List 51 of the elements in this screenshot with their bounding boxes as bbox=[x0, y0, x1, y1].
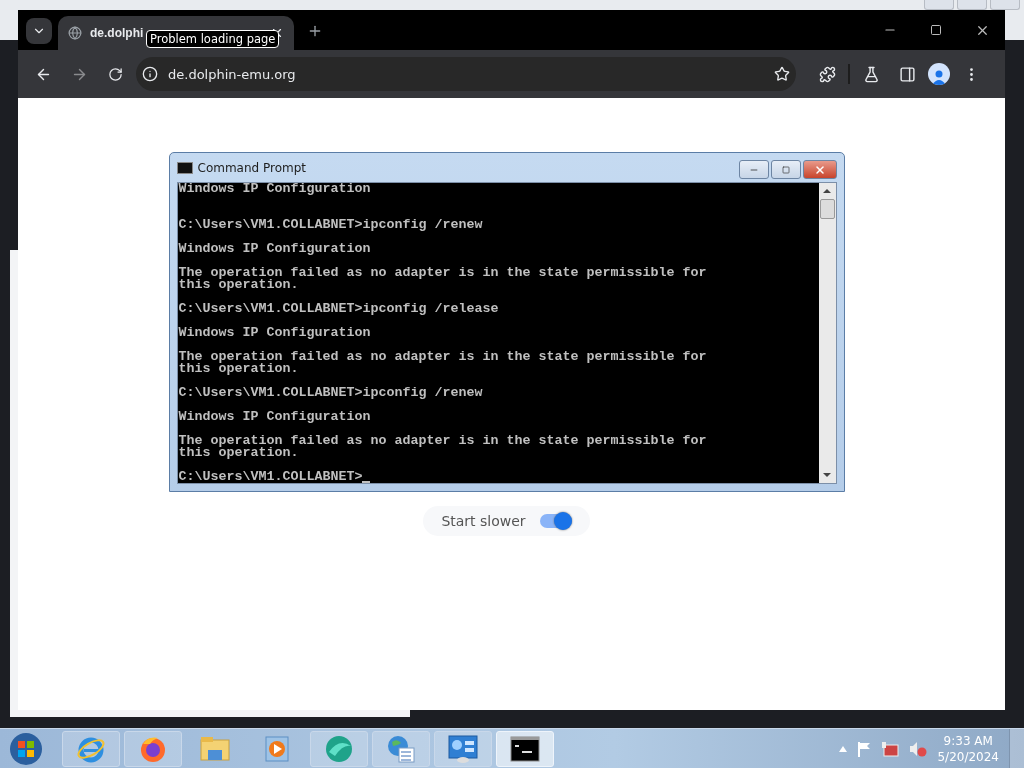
toggle-label: Start slower bbox=[441, 513, 526, 529]
maximize-button[interactable] bbox=[770, 160, 801, 179]
console-line: Windows IP Configuration bbox=[178, 183, 372, 195]
globe-icon bbox=[68, 26, 82, 40]
console-line: Windows IP Configuration bbox=[178, 327, 372, 339]
terminal-icon bbox=[176, 161, 193, 174]
close-icon bbox=[813, 163, 826, 176]
address-bar[interactable]: de.dolphin-emu.org bbox=[136, 57, 796, 91]
close-button[interactable] bbox=[802, 160, 837, 179]
console-line: The operation failed as no adapter is in the state permissible for bbox=[178, 351, 708, 363]
scrollbar[interactable] bbox=[818, 183, 836, 483]
console-prompt: C:\Users\VM1.COLLABNET> bbox=[178, 471, 363, 483]
tooltip: Problem loading page bbox=[146, 30, 280, 48]
globe-checklist-icon bbox=[385, 733, 417, 764]
toggle-switch[interactable] bbox=[539, 514, 572, 528]
swirl-icon bbox=[323, 733, 355, 764]
reload-icon[interactable] bbox=[107, 66, 123, 82]
info-icon[interactable] bbox=[142, 66, 158, 82]
terminal-icon bbox=[510, 735, 540, 762]
control-panel-icon bbox=[447, 733, 479, 764]
flag-icon[interactable] bbox=[857, 740, 872, 757]
console-line: Windows IP Configuration bbox=[178, 411, 372, 423]
puzzle-icon[interactable] bbox=[818, 65, 836, 83]
clock-date: 5/20/2024 bbox=[937, 748, 999, 765]
tab-title: de.dolphi bbox=[90, 26, 144, 40]
console-line: The operation failed as no adapter is in the state permissible for bbox=[178, 267, 708, 279]
network-icon[interactable] bbox=[881, 740, 900, 757]
console-line: this operation. bbox=[178, 279, 300, 291]
tab-search-button[interactable] bbox=[26, 18, 52, 44]
cursor-icon bbox=[362, 481, 371, 483]
console-line: The operation failed as no adapter is in the state permissible for bbox=[178, 435, 708, 447]
maximize-icon bbox=[781, 165, 790, 174]
play-icon bbox=[262, 733, 292, 764]
star-icon[interactable] bbox=[774, 66, 790, 82]
console-line: Windows IP Configuration bbox=[178, 243, 372, 255]
console-line: C:\Users\VM1.COLLABNET>ipconfig /renew bbox=[178, 219, 484, 231]
console-line: C:\Users\VM1.COLLABNET>ipconfig /release bbox=[178, 303, 500, 315]
minimize-button[interactable] bbox=[738, 160, 769, 179]
new-tab-icon[interactable] bbox=[307, 23, 323, 39]
avatar-icon[interactable] bbox=[928, 63, 950, 85]
window-title: Command Prompt bbox=[197, 160, 308, 175]
flask-icon[interactable] bbox=[862, 65, 880, 83]
console-line: this operation. bbox=[178, 363, 300, 375]
maximize-icon[interactable] bbox=[930, 24, 942, 36]
url-text: de.dolphin-emu.org bbox=[168, 66, 297, 82]
browser-tab[interactable]: de.dolphi Problem loading page bbox=[58, 16, 294, 50]
clock-time: 9:33 AM bbox=[943, 732, 993, 749]
console-line: this operation. bbox=[178, 447, 300, 459]
speaker-muted-icon[interactable] bbox=[909, 740, 928, 757]
console-line: C:\Users\VM1.COLLABNET>ipconfig /renew bbox=[178, 387, 484, 399]
side-panel-icon[interactable] bbox=[898, 65, 916, 83]
